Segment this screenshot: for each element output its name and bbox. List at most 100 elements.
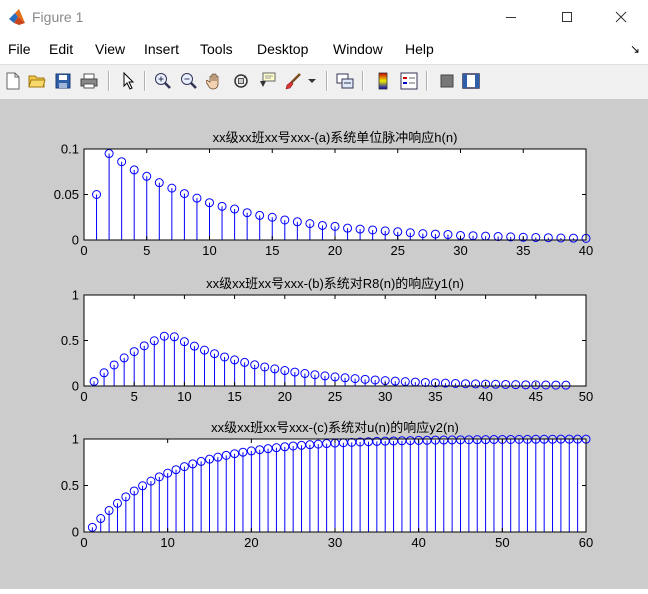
brush-dropdown-button[interactable] [306, 70, 318, 92]
print-icon [80, 73, 98, 89]
x-tick-label: 15 [265, 243, 279, 258]
x-tick-label: 35 [516, 243, 530, 258]
maximize-button[interactable] [544, 0, 590, 34]
stem-plot-2: 0 5 10 15 20 25 30 35 40 45 50 0 0.5 1 xx级xx班xx号xxx-(b… [61, 276, 593, 404]
save-icon [55, 73, 71, 89]
stem-plot-1: 0 5 10 15 20 25 30 35 40 0 0.05 0.1 xx级xx班xx号xxx-(a)… [54, 130, 594, 258]
show-plot-tools-button[interactable] [460, 70, 482, 92]
menu-help[interactable]: Help [405, 41, 434, 57]
figure-plots: 0 5 10 15 20 25 30 35 4000.050.1xx级xx班xx号xxx-(a)… [54, 130, 594, 550]
menu-tools[interactable]: Tools [200, 41, 233, 57]
x-tick-label: 20 [278, 389, 292, 404]
y-tick-label: 0.05 [54, 187, 79, 202]
x-tick-label: 10 [177, 389, 191, 404]
x-tick-label: 5 [143, 243, 150, 258]
x-tick-label: 40 [579, 243, 593, 258]
axes-background [84, 295, 586, 386]
hide-plot-tools-button[interactable] [436, 70, 458, 92]
dock-arrow-icon[interactable]: ↘ [630, 42, 640, 56]
y-tick-label: 0 [72, 525, 79, 540]
y-tick-label: 0 [72, 379, 79, 394]
rotate-3d-icon [234, 74, 248, 88]
x-tick-label: 35 [428, 389, 442, 404]
brush-icon [285, 73, 301, 90]
data-cursor-icon [260, 72, 276, 87]
x-tick-label: 0 [80, 243, 87, 258]
plot-title: xx级xx班xx号xxx-(c)系统对u(n)的响应y2(n) [211, 420, 459, 435]
x-tick-label: 10 [160, 535, 174, 550]
y-tick-label: 0.5 [61, 478, 79, 493]
x-tick-label: 30 [453, 243, 467, 258]
menu-view[interactable]: View [95, 41, 125, 57]
new-figure-icon [6, 72, 20, 90]
show-plot-tools-icon [462, 73, 480, 89]
y-tick-label: 1 [72, 432, 79, 447]
data-cursor-button[interactable] [256, 70, 278, 92]
close-button[interactable] [598, 0, 644, 34]
menu-insert[interactable]: Insert [144, 41, 179, 57]
pan-button[interactable] [204, 70, 226, 92]
close-icon [615, 11, 627, 23]
insert-legend-icon [400, 72, 418, 90]
brush-dropdown-icon [308, 79, 316, 83]
toolbar-separator [326, 71, 328, 91]
insert-legend-button[interactable] [398, 70, 420, 92]
x-tick-label: 50 [579, 389, 593, 404]
print-button[interactable] [78, 70, 100, 92]
open-file-button[interactable] [26, 70, 48, 92]
pan-icon [206, 73, 219, 90]
minimize-button[interactable] [488, 0, 534, 34]
x-tick-label: 0 [80, 535, 87, 550]
y-tick-label: 1 [72, 288, 79, 303]
x-tick-label: 30 [328, 535, 342, 550]
brush-button[interactable] [282, 70, 304, 92]
menu-desktop[interactable]: Desktop [257, 41, 308, 57]
pointer-button[interactable] [118, 70, 140, 92]
zoom-in-button[interactable] [152, 70, 174, 92]
x-tick-label: 20 [244, 535, 258, 550]
x-tick-label: 40 [478, 389, 492, 404]
plot-title: xx级xx班xx号xxx-(b)系统对R8(n)的响应y1(n) [206, 276, 464, 291]
hide-plot-tools-icon [440, 74, 454, 88]
x-tick-label: 30 [378, 389, 392, 404]
insert-colorbar-icon [378, 72, 388, 90]
toolbar-separator [362, 71, 364, 91]
window-title: Figure 1 [32, 9, 84, 25]
figure-toolbar [0, 64, 648, 100]
x-tick-label: 25 [391, 243, 405, 258]
toolbar-separator [144, 71, 146, 91]
link-plot-button[interactable] [334, 70, 356, 92]
zoom-in-icon [155, 73, 171, 89]
matlab-logo-icon [9, 9, 25, 25]
open-file-icon [28, 75, 46, 88]
y-tick-label: 0 [72, 233, 79, 248]
plot-title: xx级xx班xx号xxx-(a)系统单位脉冲响应h(n) [213, 130, 458, 145]
title-bar: Figure 1 [0, 0, 648, 34]
pointer-icon [123, 72, 135, 90]
y-tick-label: 0.5 [61, 333, 79, 348]
maximize-icon [562, 12, 572, 22]
link-plot-icon [336, 73, 354, 89]
zoom-out-icon [181, 73, 197, 89]
x-tick-label: 45 [529, 389, 543, 404]
toolbar-separator [426, 71, 428, 91]
x-tick-label: 60 [579, 535, 593, 550]
x-tick-label: 25 [328, 389, 342, 404]
x-tick-label: 0 [80, 389, 87, 404]
figure-canvas: 0 5 10 15 20 25 30 35 40 0 0.05 0.1 xx级xx班xx号xxx-(a)… [0, 99, 648, 589]
x-tick-label: 50 [495, 535, 509, 550]
menu-file[interactable]: File [8, 41, 31, 57]
x-tick-label: 5 [131, 389, 138, 404]
y-tick-label: 0.1 [61, 142, 79, 157]
save-button[interactable] [52, 70, 74, 92]
insert-colorbar-button[interactable] [372, 70, 394, 92]
rotate-3d-button[interactable] [230, 70, 252, 92]
new-figure-button[interactable] [2, 70, 24, 92]
menu-edit[interactable]: Edit [49, 41, 73, 57]
toolbar-separator [108, 71, 110, 91]
menu-window[interactable]: Window [333, 41, 383, 57]
zoom-out-button[interactable] [178, 70, 200, 92]
menu-bar: File Edit View Insert Tools Desktop Wind… [0, 36, 648, 62]
x-tick-label: 20 [328, 243, 342, 258]
x-tick-label: 10 [202, 243, 216, 258]
